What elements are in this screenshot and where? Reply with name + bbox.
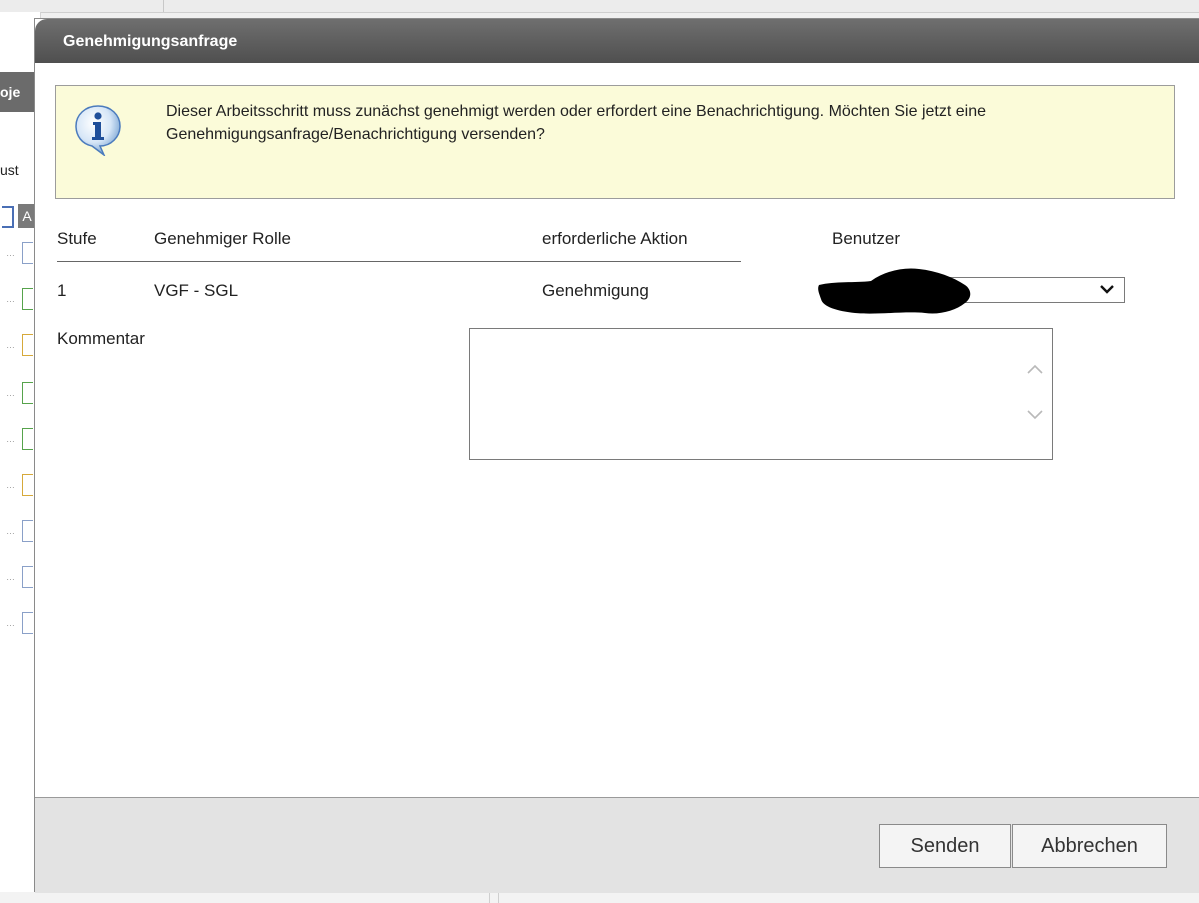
background-tree-item[interactable]: …: [6, 474, 36, 496]
tree-dots: …: [6, 526, 15, 536]
scroll-down-arrow-icon[interactable]: [1026, 409, 1044, 421]
comment-label: Kommentar: [57, 329, 145, 348]
tree-dots: …: [6, 434, 15, 444]
tree-node-icon: [22, 566, 33, 588]
background-tree-item[interactable]: …: [6, 288, 36, 310]
table-header-divider: [57, 261, 741, 262]
toolbar-separator: [163, 0, 164, 12]
splitter-handle[interactable]: [489, 892, 499, 903]
info-message-text: Dieser Arbeitsschritt muss zunächst gene…: [166, 103, 986, 143]
background-tree-item[interactable]: …: [6, 428, 36, 450]
background-statusbar: [0, 892, 1199, 903]
background-toolbar: [0, 0, 1199, 13]
column-header-benutzer: Benutzer: [832, 229, 901, 248]
dialog-footer: Senden Abbrechen: [35, 797, 1199, 893]
background-control[interactable]: A: [0, 202, 36, 230]
tree-node-icon: [22, 382, 33, 404]
tree-dots: …: [6, 248, 15, 258]
tree-node-icon: [22, 520, 33, 542]
info-icon: [75, 105, 121, 156]
background-tree-item[interactable]: …: [6, 334, 36, 356]
tree-node-icon: [22, 474, 33, 496]
chevron-down-icon[interactable]: [1100, 284, 1114, 294]
background-tree-item[interactable]: …: [6, 612, 36, 634]
tree-node-icon: [22, 334, 33, 356]
scroll-up-arrow-icon[interactable]: [1026, 363, 1044, 375]
tree-dots: …: [6, 572, 15, 582]
comment-textarea[interactable]: [469, 328, 1053, 460]
info-message-box: Dieser Arbeitsschritt muss zunächst gene…: [55, 85, 1175, 199]
cell-erforderliche-aktion: Genehmigung: [542, 281, 649, 300]
tree-dots: …: [6, 618, 15, 628]
tree-dots: …: [6, 480, 15, 490]
background-checkbox[interactable]: [2, 206, 14, 228]
cancel-button[interactable]: Abbrechen: [1012, 824, 1167, 868]
column-header-genehmiger-rolle: Genehmiger Rolle: [154, 229, 292, 248]
background-tree-item[interactable]: …: [6, 382, 36, 404]
tree-dots: …: [6, 340, 15, 350]
tree-dots: …: [6, 294, 15, 304]
approval-request-dialog: Genehmigungsanfrage Dieser Arbeitsschrit…: [34, 18, 1199, 893]
background-label: ust: [0, 162, 19, 178]
column-header-stufe: Stufe: [57, 229, 97, 248]
tree-node-icon: [22, 288, 33, 310]
background-tree-item[interactable]: …: [6, 242, 36, 264]
background-tree-item[interactable]: …: [6, 520, 36, 542]
dialog-title: Genehmigungsanfrage: [63, 33, 238, 50]
send-button[interactable]: Senden: [879, 824, 1011, 868]
cell-stufe: 1: [57, 281, 67, 300]
background-tree-item[interactable]: …: [6, 566, 36, 588]
tree-node-icon: [22, 612, 33, 634]
redaction-mark: [818, 268, 971, 314]
tree-node-icon: [22, 242, 33, 264]
column-header-erforderliche-aktion: erforderliche Aktion: [542, 229, 688, 248]
tree-node-icon: [22, 428, 33, 450]
dialog-titlebar[interactable]: Genehmigungsanfrage: [35, 19, 1199, 63]
tree-dots: …: [6, 388, 15, 398]
cell-genehmiger-rolle: VGF - SGL: [154, 281, 239, 300]
